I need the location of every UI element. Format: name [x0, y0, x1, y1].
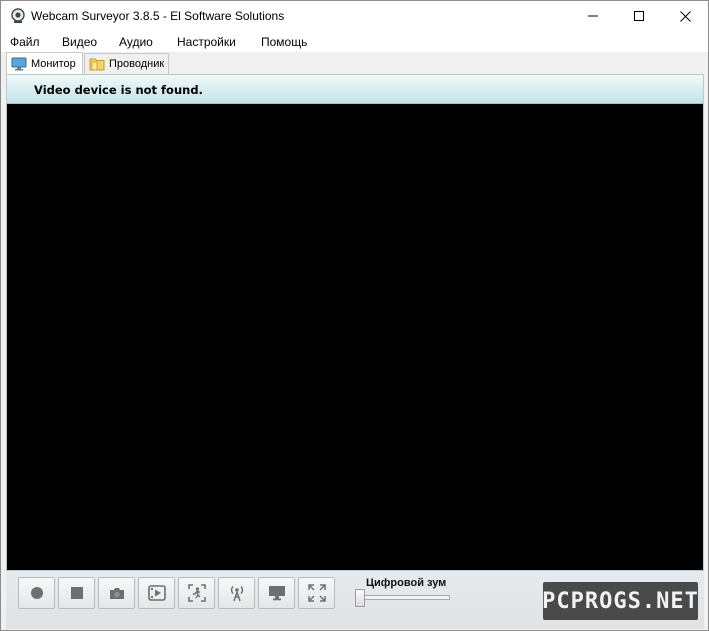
tab-explorer-label: Проводник: [109, 58, 165, 70]
minimize-button[interactable]: [570, 1, 616, 31]
record-button[interactable]: [18, 577, 55, 609]
stop-icon: [70, 587, 83, 599]
tab-explorer[interactable]: Проводник: [84, 53, 169, 74]
broadcast-icon: [230, 586, 243, 602]
digital-zoom-slider-thumb[interactable]: [355, 589, 365, 607]
menu-audio[interactable]: Аудио: [119, 35, 153, 49]
watermark-badge: PCPROGS.NET: [542, 582, 699, 620]
menu-bar: Файл Видео Аудио Настройки Помощь: [1, 32, 708, 52]
digital-zoom-track[interactable]: [362, 595, 450, 600]
stop-button[interactable]: [58, 577, 95, 609]
close-icon: [679, 10, 691, 22]
menu-help[interactable]: Помощь: [261, 35, 307, 49]
menu-video[interactable]: Видео: [62, 35, 97, 49]
monitor-panel: Video device is not found.: [6, 74, 704, 571]
motion-detect-button[interactable]: [178, 577, 215, 609]
digital-zoom-label: Цифровой зум: [366, 577, 447, 589]
watermark-text: PCPROGS.NET: [542, 588, 699, 614]
webcam-app-icon: [11, 8, 25, 23]
broadcast-button[interactable]: [218, 577, 255, 609]
monitor-icon: [11, 57, 27, 70]
maximize-icon: [634, 11, 644, 21]
tab-monitor[interactable]: Монитор: [6, 52, 83, 74]
motion-detect-icon: [187, 584, 206, 602]
maximize-button[interactable]: [616, 1, 662, 31]
title-bar[interactable]: Webcam Surveyor 3.8.5 - El Software Solu…: [1, 1, 708, 32]
status-bar: Video device is not found.: [7, 75, 703, 104]
fullscreen-icon: [307, 584, 326, 602]
fullscreen-button[interactable]: [298, 577, 335, 609]
display-button[interactable]: [258, 577, 295, 609]
close-button[interactable]: [662, 1, 708, 31]
folder-icon: [89, 58, 105, 71]
snapshot-button[interactable]: [98, 577, 135, 609]
status-message: Video device is not found.: [34, 83, 203, 97]
record-icon: [30, 587, 43, 599]
snapshot-icon: [109, 587, 124, 599]
window-title: Webcam Surveyor 3.8.5 - El Software Solu…: [31, 9, 285, 23]
minimize-icon: [588, 15, 598, 17]
play-video-button[interactable]: [138, 577, 175, 609]
play-video-icon: [147, 585, 166, 601]
tab-strip: Монитор Проводник: [1, 52, 708, 74]
display-icon: [268, 586, 285, 601]
app-window: Webcam Surveyor 3.8.5 - El Software Solu…: [0, 0, 709, 631]
menu-settings[interactable]: Настройки: [177, 35, 236, 49]
video-preview[interactable]: [7, 104, 703, 570]
menu-file[interactable]: Файл: [10, 35, 40, 49]
tab-monitor-label: Монитор: [31, 57, 76, 70]
